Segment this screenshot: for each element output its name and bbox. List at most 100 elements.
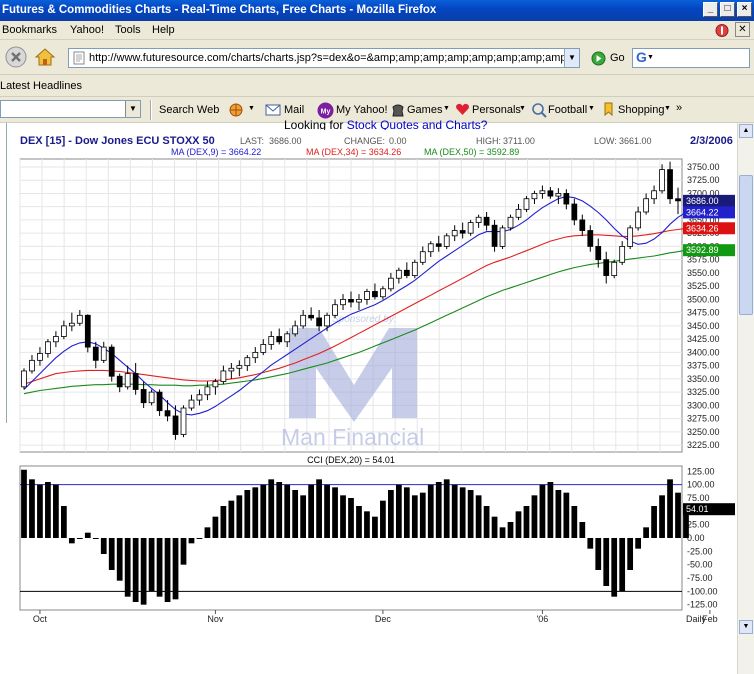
cci-bar: [491, 516, 498, 538]
cci-bar: [364, 511, 370, 538]
cci-bar: [60, 506, 67, 538]
candle-down: [316, 317, 322, 327]
home-icon[interactable]: [33, 45, 57, 69]
stop-icon[interactable]: [4, 45, 28, 69]
svg-text:My: My: [321, 109, 331, 116]
price-y-tick-label: 3350.00: [687, 374, 720, 384]
candle-down: [92, 346, 99, 361]
cci-bar: [116, 538, 123, 581]
games-button[interactable]: Games: [407, 104, 442, 116]
football-button[interactable]: Football: [548, 104, 587, 116]
search-web-button[interactable]: Search Web: [159, 104, 219, 116]
candle-up: [643, 198, 649, 213]
cci-value-tag-label: 54.01: [686, 504, 709, 514]
highlighter-dropdown-icon[interactable]: ▼: [248, 105, 255, 112]
candle-up: [45, 341, 51, 354]
cci-bar: [475, 495, 482, 538]
ma50-legend: MA (DEX,50) = 3592.89: [424, 147, 519, 157]
candle-down: [459, 230, 466, 234]
left-frame-edge: [0, 123, 7, 423]
vertical-scrollbar[interactable]: ▲ ▼: [737, 123, 754, 674]
candle-up: [380, 288, 386, 298]
my-yahoo-icon[interactable]: My: [317, 102, 334, 119]
cci-bar: [108, 538, 115, 570]
high-label: HIGH:: [476, 136, 501, 146]
candle-up: [364, 291, 370, 300]
shopping-dropdown-icon[interactable]: ▼: [664, 105, 671, 112]
shopping-tag-icon[interactable]: [601, 102, 616, 118]
cci-bar: [659, 495, 665, 538]
close-window-button[interactable]: ×: [737, 2, 752, 17]
mail-button[interactable]: Mail: [284, 104, 304, 116]
cci-title: CCI (DEX,20) = 54.01: [307, 455, 395, 465]
cci-bar: [395, 484, 402, 538]
maximize-button[interactable]: □: [720, 2, 735, 17]
change-label: CHANGE:: [344, 136, 385, 146]
go-button[interactable]: Go: [610, 52, 625, 64]
candle-up: [300, 314, 307, 327]
cci-bar: [435, 482, 442, 538]
my-yahoo-button[interactable]: My Yahoo!: [336, 104, 388, 116]
cci-bar: [300, 495, 307, 538]
cci-bar: [539, 484, 546, 538]
menu-tools[interactable]: Tools: [115, 24, 141, 36]
yahoo-search-input[interactable]: ▼: [0, 100, 141, 118]
latest-headlines-link[interactable]: Latest Headlines: [0, 80, 82, 92]
page-icon: [73, 51, 85, 65]
search-engine-dropdown-icon[interactable]: ▼: [647, 54, 654, 61]
candle-up: [507, 216, 514, 229]
games-icon[interactable]: [390, 102, 406, 118]
google-icon[interactable]: G: [636, 49, 647, 65]
x-tick-label: '06: [537, 614, 549, 624]
toolbar-overflow-icon[interactable]: »: [676, 102, 682, 114]
cci-bar: [37, 484, 43, 538]
candle-up: [531, 193, 538, 200]
price-panel: 3750.003725.003700.003675.003650.003625.…: [19, 158, 735, 453]
menu-yahoo[interactable]: Yahoo!: [70, 24, 104, 36]
url-bar[interactable]: http://www.futuresource.com/charts/chart…: [68, 48, 580, 68]
cci-y-tick-label: -25.00: [687, 546, 713, 556]
candle-up: [467, 222, 474, 234]
price-tag-label: 3634.26: [686, 223, 719, 233]
candle-down: [603, 259, 610, 276]
personals-heart-icon[interactable]: [455, 102, 470, 117]
scroll-thumb[interactable]: [739, 175, 753, 315]
candle-up: [451, 230, 458, 237]
close-tab-icon[interactable]: ✕: [735, 22, 750, 37]
search-engine-box[interactable]: G ▼: [632, 48, 750, 68]
menu-bar: Bookmarks Yahoo! Tools Help ✕: [0, 21, 754, 40]
price-y-tick-label: 3250.00: [687, 427, 720, 437]
cci-bar: [411, 495, 418, 538]
candle-up: [611, 261, 618, 276]
menu-bookmarks[interactable]: Bookmarks: [2, 24, 57, 36]
yahoo-search-dropdown-button[interactable]: ▼: [125, 101, 140, 117]
highlighter-icon[interactable]: [228, 102, 244, 118]
football-dropdown-icon[interactable]: ▼: [588, 105, 595, 112]
cci-bar: [483, 506, 490, 538]
url-dropdown-button[interactable]: ▼: [564, 49, 579, 67]
cci-bar: [403, 487, 410, 538]
price-tag-label: 3592.89: [686, 245, 719, 255]
minimize-button[interactable]: _: [703, 2, 718, 17]
football-icon[interactable]: [531, 102, 547, 118]
price-y-tick-label: 3525.00: [687, 281, 720, 291]
scroll-up-button[interactable]: ▲: [739, 124, 753, 138]
cci-bar: [148, 538, 155, 592]
go-icon[interactable]: [591, 51, 606, 66]
menu-help[interactable]: Help: [152, 24, 175, 36]
personals-dropdown-icon[interactable]: ▼: [519, 105, 526, 112]
candle-down: [595, 246, 602, 261]
mail-icon[interactable]: [265, 102, 281, 118]
candle-down: [84, 314, 91, 348]
cci-bar: [68, 538, 75, 544]
window-title: Futures & Commodities Charts - Real-Time…: [2, 4, 437, 16]
price-y-tick-label: 3425.00: [687, 334, 720, 344]
stock-quotes-link[interactable]: Stock Quotes and Charts?: [347, 118, 488, 130]
games-dropdown-icon[interactable]: ▼: [443, 105, 450, 112]
candle-down: [172, 415, 179, 435]
candle-up: [212, 381, 219, 388]
personals-button[interactable]: Personals: [472, 104, 521, 116]
scroll-down-button[interactable]: ▼: [739, 620, 753, 634]
shopping-button[interactable]: Shopping: [618, 104, 665, 116]
candle-up: [443, 235, 450, 247]
